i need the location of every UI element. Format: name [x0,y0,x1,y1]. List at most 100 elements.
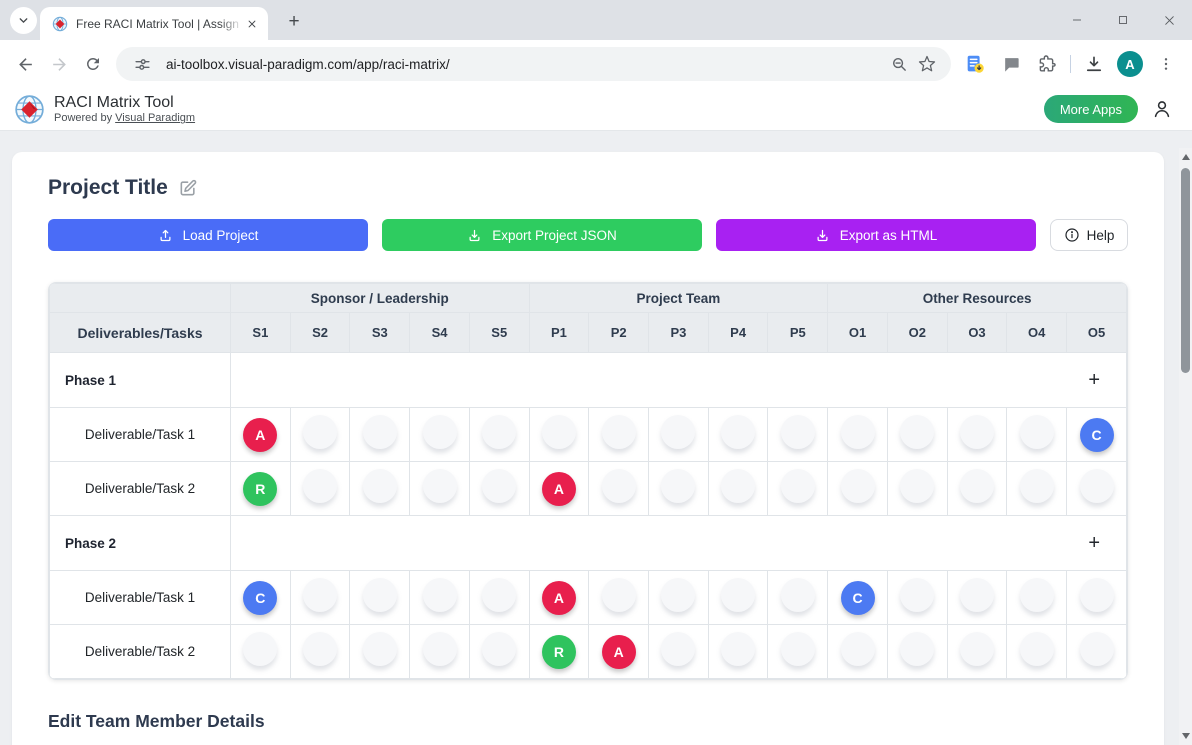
raci-cell-P1[interactable]: A [529,571,589,625]
raci-cell-S3[interactable] [350,571,410,625]
member-column-header-P5[interactable]: P5 [768,313,828,353]
raci-cell-O2[interactable] [887,408,947,462]
raci-cell-O4[interactable] [1007,462,1067,516]
empty-raci-slot[interactable] [303,469,337,503]
member-column-header-S3[interactable]: S3 [350,313,410,353]
empty-raci-slot[interactable] [482,415,516,449]
forward-button[interactable] [42,47,76,81]
add-deliverable-button[interactable]: + [1082,366,1106,394]
empty-raci-slot[interactable] [900,632,934,666]
empty-raci-slot[interactable] [303,415,337,449]
empty-raci-slot[interactable] [960,469,994,503]
raci-cell-O4[interactable] [1007,625,1067,679]
new-tab-button[interactable]: + [280,8,308,36]
empty-raci-slot[interactable] [482,632,516,666]
empty-raci-slot[interactable] [721,415,755,449]
empty-raci-slot[interactable] [781,415,815,449]
empty-raci-slot[interactable] [900,578,934,612]
raci-cell-P5[interactable] [768,625,828,679]
member-column-header-O2[interactable]: O2 [887,313,947,353]
window-maximize-button[interactable] [1100,0,1146,40]
member-column-header-P2[interactable]: P2 [589,313,649,353]
export-html-button[interactable]: Export as HTML [716,219,1036,251]
empty-raci-slot[interactable] [482,469,516,503]
raci-cell-P3[interactable] [649,571,709,625]
raci-cell-O1[interactable] [828,625,888,679]
empty-raci-slot[interactable] [721,578,755,612]
raci-cell-S1[interactable]: C [231,571,291,625]
extensions-icon[interactable] [1031,48,1063,80]
raci-cell-P4[interactable] [708,625,768,679]
raci-cell-P4[interactable] [708,408,768,462]
raci-cell-S3[interactable] [350,625,410,679]
empty-raci-slot[interactable] [423,632,457,666]
raci-cell-O4[interactable] [1007,571,1067,625]
empty-raci-slot[interactable] [363,415,397,449]
raci-cell-P5[interactable] [768,571,828,625]
raci-cell-O3[interactable] [947,571,1007,625]
address-bar[interactable]: ai-toolbox.visual-paradigm.com/app/raci-… [116,47,951,81]
tab-search-button[interactable] [10,7,37,34]
raci-badge-C[interactable]: C [243,581,277,615]
raci-cell-S4[interactable] [410,571,470,625]
empty-raci-slot[interactable] [841,632,875,666]
raci-cell-S5[interactable] [469,408,529,462]
empty-raci-slot[interactable] [841,415,875,449]
back-button[interactable] [8,47,42,81]
raci-cell-O5[interactable] [1067,462,1127,516]
raci-cell-O5[interactable]: C [1067,408,1127,462]
empty-raci-slot[interactable] [960,578,994,612]
scrollbar-down-arrow[interactable] [1179,729,1192,743]
reload-button[interactable] [76,47,110,81]
edit-title-icon[interactable] [178,178,198,198]
raci-cell-S2[interactable] [290,408,350,462]
empty-raci-slot[interactable] [960,415,994,449]
raci-cell-S3[interactable] [350,408,410,462]
empty-raci-slot[interactable] [721,632,755,666]
raci-cell-P1[interactable] [529,408,589,462]
empty-raci-slot[interactable] [423,469,457,503]
empty-raci-slot[interactable] [363,632,397,666]
site-settings-icon[interactable] [128,50,156,78]
raci-cell-O4[interactable] [1007,408,1067,462]
raci-cell-P5[interactable] [768,462,828,516]
raci-cell-S2[interactable] [290,625,350,679]
visual-paradigm-link[interactable]: Visual Paradigm [115,112,195,124]
raci-cell-O2[interactable] [887,462,947,516]
member-column-header-P3[interactable]: P3 [649,313,709,353]
empty-raci-slot[interactable] [602,415,636,449]
raci-cell-O1[interactable]: C [828,571,888,625]
empty-raci-slot[interactable] [363,578,397,612]
help-button[interactable]: Help [1050,219,1128,251]
empty-raci-slot[interactable] [303,578,337,612]
raci-cell-S1[interactable]: A [231,408,291,462]
zoom-out-icon[interactable] [885,50,913,78]
member-column-header-O5[interactable]: O5 [1067,313,1127,353]
raci-cell-S4[interactable] [410,462,470,516]
empty-raci-slot[interactable] [721,469,755,503]
raci-cell-S5[interactable] [469,625,529,679]
raci-cell-P2[interactable]: A [589,625,649,679]
empty-raci-slot[interactable] [1020,469,1054,503]
task-label[interactable]: Deliverable/Task 2 [50,625,231,679]
empty-raci-slot[interactable] [841,469,875,503]
empty-raci-slot[interactable] [661,469,695,503]
empty-raci-slot[interactable] [1080,632,1114,666]
raci-cell-P3[interactable] [649,462,709,516]
window-minimize-button[interactable] [1054,0,1100,40]
export-json-button[interactable]: Export Project JSON [382,219,702,251]
raci-cell-S2[interactable] [290,462,350,516]
raci-cell-P3[interactable] [649,625,709,679]
raci-cell-O1[interactable] [828,462,888,516]
raci-cell-O2[interactable] [887,625,947,679]
raci-cell-P4[interactable] [708,571,768,625]
empty-raci-slot[interactable] [781,469,815,503]
empty-raci-slot[interactable] [423,578,457,612]
empty-raci-slot[interactable] [661,632,695,666]
empty-raci-slot[interactable] [1080,469,1114,503]
raci-badge-R[interactable]: R [243,472,277,506]
bookmark-star-icon[interactable] [913,50,941,78]
empty-raci-slot[interactable] [781,578,815,612]
task-label[interactable]: Deliverable/Task 1 [50,571,231,625]
browser-menu-icon[interactable] [1150,48,1182,80]
